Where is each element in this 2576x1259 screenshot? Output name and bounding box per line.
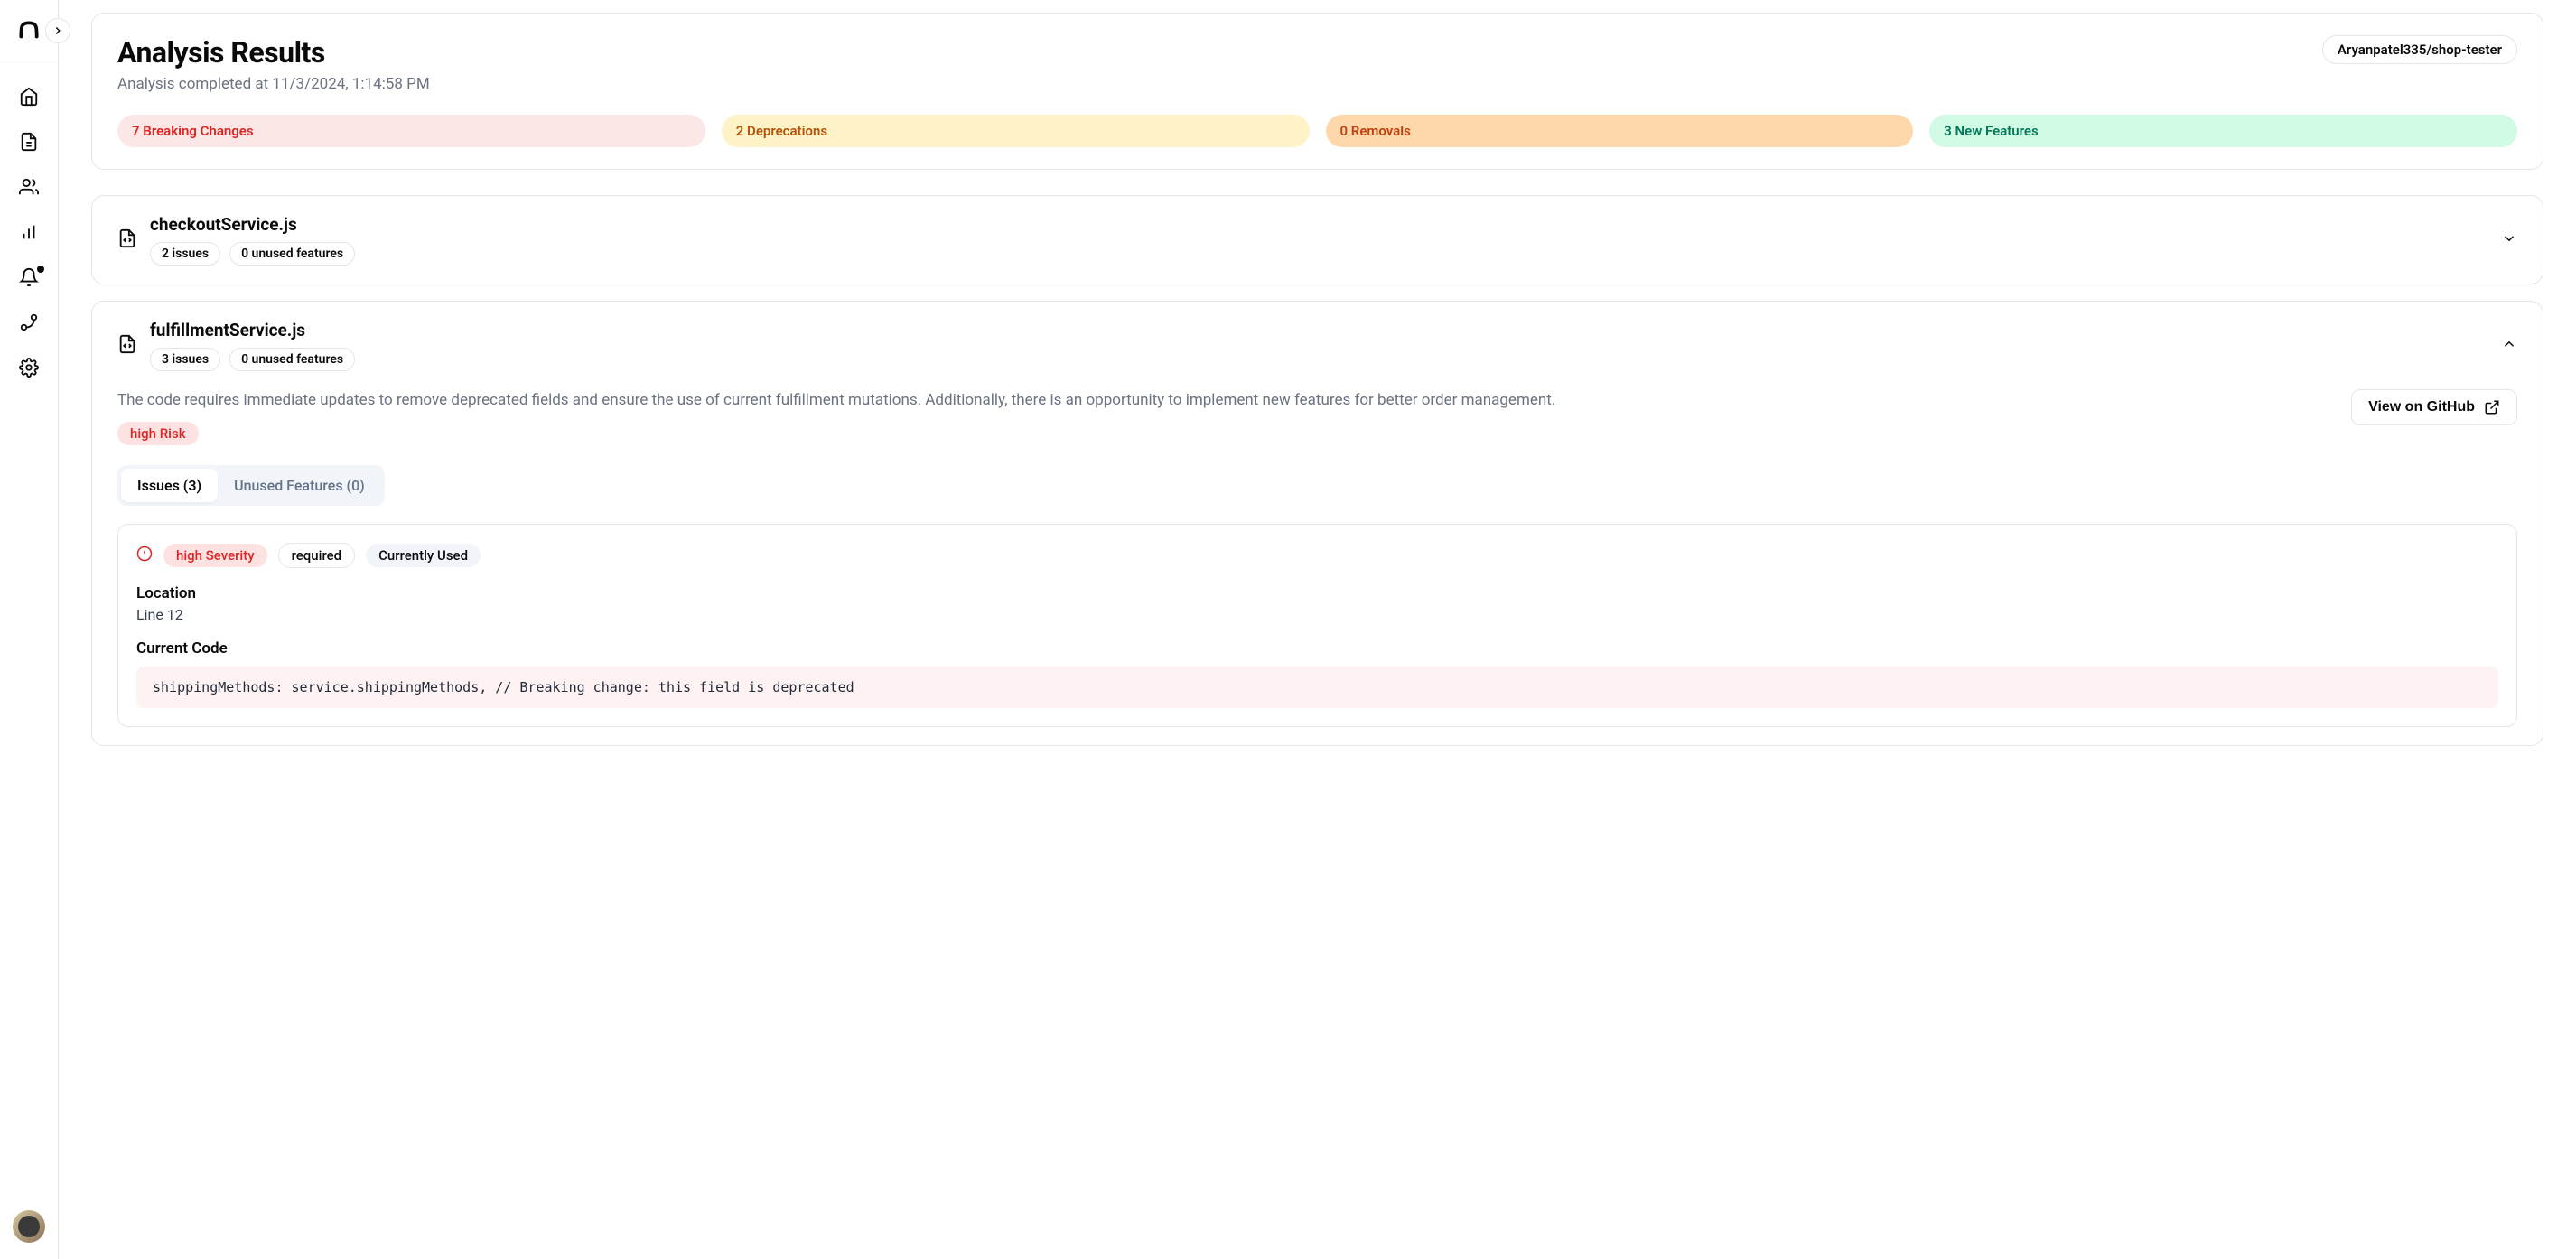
file-name: checkoutService.js [150, 214, 2488, 235]
page-title: Analysis Results [117, 35, 430, 70]
notification-dot [37, 266, 44, 273]
sidebar [0, 0, 59, 1259]
file-card-checkout: checkoutService.js 2 issues 0 unused fea… [91, 195, 2543, 284]
repo-badge: Aryanpatel335/shop-tester [2322, 35, 2517, 64]
users-icon [19, 177, 39, 197]
sidebar-expand-button[interactable] [45, 18, 70, 43]
currently-used-badge: Currently Used [366, 544, 481, 567]
logo-icon [17, 19, 41, 42]
stats-row: 7 Breaking Changes 2 Deprecations 0 Remo… [117, 115, 2517, 147]
stat-breaking-changes: 7 Breaking Changes [117, 115, 705, 147]
severity-badge: high Severity [163, 544, 267, 567]
stat-deprecations: 2 Deprecations [722, 115, 1310, 147]
nav-home[interactable] [19, 87, 39, 107]
file-card-fulfillment: fulfillmentService.js 3 issues 0 unused … [91, 301, 2543, 746]
nav-users[interactable] [19, 177, 39, 197]
chevron-down-icon [2501, 230, 2517, 250]
bar-chart-icon [19, 222, 39, 242]
github-button-label: View on GitHub [2368, 399, 2475, 415]
issue-card: high Severity required Currently Used Lo… [117, 524, 2517, 727]
chevron-up-icon [2501, 336, 2517, 356]
risk-badge: high Risk [117, 422, 199, 445]
unused-count-badge: 0 unused features [229, 242, 355, 266]
tab-issues[interactable]: Issues (3) [121, 469, 218, 502]
file-tabs: Issues (3) Unused Features (0) [117, 465, 385, 506]
location-label: Location [136, 584, 2498, 602]
code-file-icon [117, 228, 137, 252]
git-branch-icon [19, 312, 39, 332]
chevron-right-icon [51, 24, 64, 37]
file-name: fulfillmentService.js [150, 320, 2488, 340]
results-header-card: Analysis Results Analysis completed at 1… [91, 13, 2543, 170]
home-icon [19, 87, 39, 107]
user-avatar[interactable] [13, 1210, 45, 1243]
unused-count-badge: 0 unused features [229, 348, 355, 371]
main-content: Analysis Results Analysis completed at 1… [59, 0, 2576, 1259]
gear-icon [19, 358, 39, 378]
external-link-icon [2484, 399, 2500, 415]
page-subtitle: Analysis completed at 11/3/2024, 1:14:58… [117, 75, 430, 93]
file-icon [19, 132, 39, 152]
nav-settings[interactable] [19, 358, 39, 378]
file-description: The code requires immediate updates to r… [117, 389, 2315, 413]
bell-icon [19, 267, 39, 287]
issues-count-badge: 3 issues [150, 348, 220, 371]
current-code-label: Current Code [136, 639, 2498, 657]
nav-branch[interactable] [19, 312, 39, 332]
alert-icon [136, 546, 153, 565]
file-header-toggle[interactable]: fulfillmentService.js 3 issues 0 unused … [117, 320, 2517, 371]
stat-new-features: 3 New Features [1929, 115, 2517, 147]
file-header-toggle[interactable]: checkoutService.js 2 issues 0 unused fea… [117, 214, 2517, 266]
nav-documents[interactable] [19, 132, 39, 152]
sidebar-nav [19, 87, 39, 378]
tab-unused-features[interactable]: Unused Features (0) [218, 469, 381, 502]
stat-removals: 0 Removals [1326, 115, 1914, 147]
current-code-block: shippingMethods: service.shippingMethods… [136, 667, 2498, 708]
view-on-github-button[interactable]: View on GitHub [2351, 389, 2517, 425]
nav-analytics[interactable] [19, 222, 39, 242]
code-file-icon [117, 334, 137, 358]
location-value: Line 12 [136, 606, 2498, 623]
nav-notifications[interactable] [19, 267, 39, 287]
required-badge: required [278, 543, 356, 568]
issues-count-badge: 2 issues [150, 242, 220, 266]
